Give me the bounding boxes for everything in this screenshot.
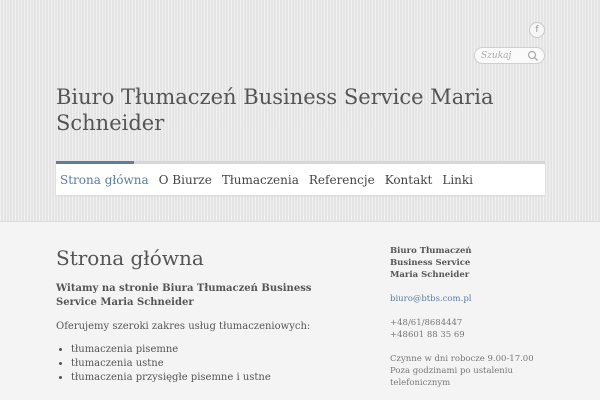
main-nav: Strona główna O Biurze Tłumaczenia Refer… (56, 161, 545, 195)
search-box[interactable] (474, 47, 545, 64)
site-title[interactable]: Biuro Tłumaczeń Business Service Maria S… (56, 84, 536, 136)
company-name: Biuro Tłumaczeń Business Service Maria S… (390, 245, 545, 281)
company-line: Maria Schneider (390, 270, 470, 280)
opening-hours: Czynne w dni robocze 9.00-17.00 Poza god… (390, 353, 545, 389)
nav-active-indicator (56, 161, 134, 164)
hours-line: Czynne w dni robocze 9.00-17.00 (390, 354, 534, 364)
nav-item-strona-glowna[interactable]: Strona główna (60, 173, 149, 187)
site-header: f Biuro Tłumaczeń Business Service Maria… (0, 0, 600, 222)
hours-line: Poza godzinami po ustaleniu (390, 366, 513, 376)
list-item: tłumaczenia pisemne (71, 343, 346, 357)
phone-number: +48/61/8684447 (390, 318, 463, 328)
nav-item-kontakt[interactable]: Kontakt (385, 173, 433, 187)
search-input[interactable] (481, 49, 529, 62)
nav-item-referencje[interactable]: Referencje (309, 173, 375, 187)
list-item: tłumaczenia ustne (71, 357, 346, 371)
nav-item-linki[interactable]: Linki (442, 173, 473, 187)
main-content: Strona główna Witamy na stronie Biura Tł… (56, 244, 346, 385)
list-item: tłumaczenia przysięgłe pisemne i ustne (71, 371, 346, 385)
nav-item-tlumaczenia[interactable]: Tłumaczenia (222, 173, 299, 187)
company-line: Business Service (390, 258, 471, 268)
sidebar-contact: Biuro Tłumaczeń Business Service Maria S… (390, 245, 545, 389)
nav-item-o-biurze[interactable]: O Biurze (159, 173, 212, 187)
email-link[interactable]: biuro@btbs.com.pl (390, 293, 545, 305)
welcome-text: Witamy na stronie Biura Tłumaczeń Busine… (56, 283, 312, 308)
hours-line: telefonicznym (390, 378, 451, 388)
phone-number: +48601 88 35 69 (390, 330, 465, 340)
facebook-icon[interactable]: f (529, 22, 545, 38)
company-line: Biuro Tłumaczeń (390, 246, 472, 256)
page-title: Strona główna (56, 246, 204, 270)
phone-numbers: +48/61/8684447 +48601 88 35 69 (390, 317, 545, 341)
search-icon[interactable] (527, 50, 539, 62)
services-list: tłumaczenia pisemne tłumaczenia ustne tł… (56, 343, 346, 385)
offer-text: Oferujemy szeroki zakres usług tłumaczen… (56, 321, 311, 332)
